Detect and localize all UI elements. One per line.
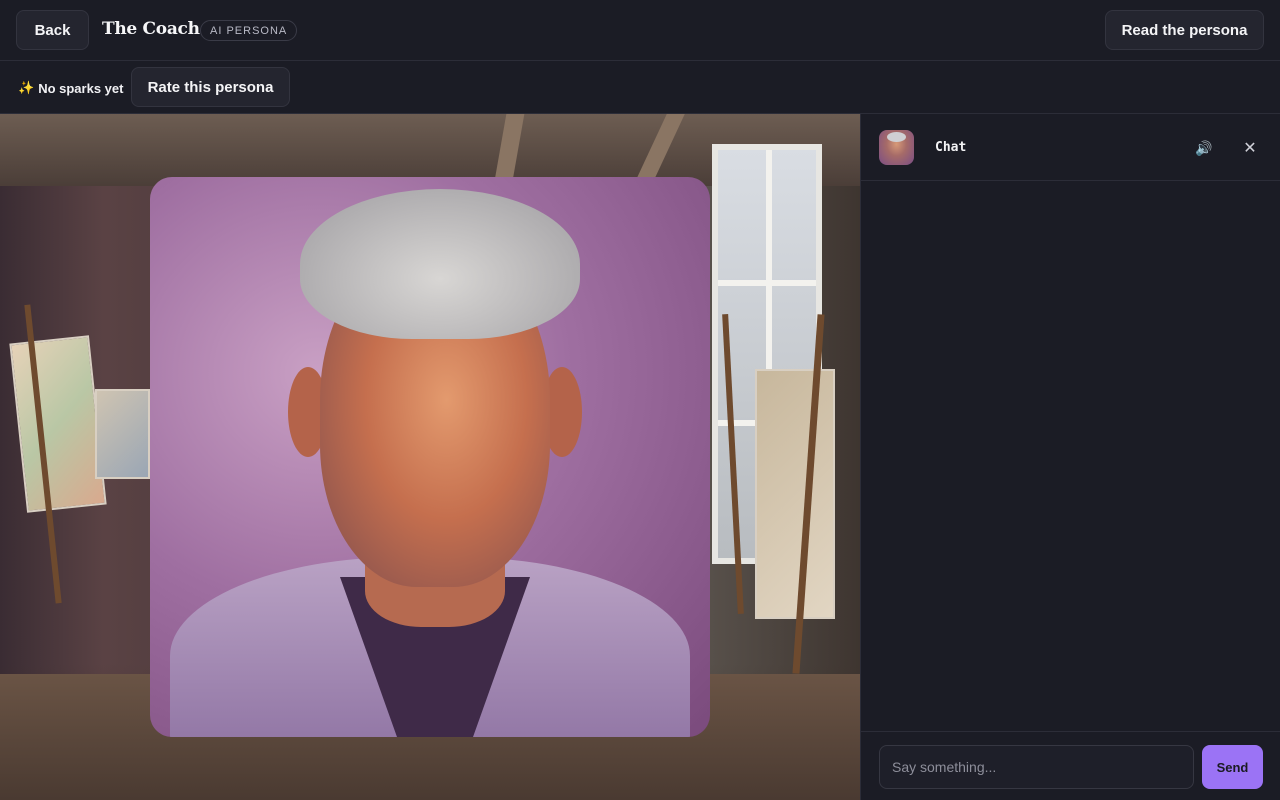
sub-bar: ✨ No sparks yet Rate this persona xyxy=(0,61,1280,114)
top-bar: Back The Coach AI PERSONA Read the perso… xyxy=(0,0,1280,61)
ai-persona-badge: AI PERSONA xyxy=(200,20,298,41)
rate-persona-button[interactable]: Rate this persona xyxy=(131,67,290,107)
close-icon[interactable]: ✕ xyxy=(1240,138,1260,158)
speaker-icon[interactable]: 🔊 xyxy=(1194,138,1214,158)
persona-stage xyxy=(0,114,860,800)
sparks-text: No sparks yet xyxy=(38,80,124,96)
back-button[interactable]: Back xyxy=(16,10,89,50)
chat-messages xyxy=(861,181,1280,731)
message-input[interactable] xyxy=(879,745,1194,789)
chat-panel: Chat 🔊 ✕ Send xyxy=(860,114,1280,800)
easel-canvas-mid xyxy=(95,389,150,479)
persona-avatar xyxy=(879,130,914,165)
chat-title: Chat xyxy=(935,140,967,155)
easel-canvas-left xyxy=(9,335,107,513)
sparks-status: ✨ No sparks yet xyxy=(18,80,123,96)
page-title: The Coach xyxy=(102,19,200,39)
chat-header: Chat 🔊 ✕ xyxy=(861,114,1280,181)
send-button[interactable]: Send xyxy=(1202,745,1263,789)
read-persona-button[interactable]: Read the persona xyxy=(1105,10,1264,50)
sparkles-icon: ✨ xyxy=(18,80,35,95)
persona-portrait xyxy=(150,177,710,737)
chat-composer: Send xyxy=(861,731,1280,800)
easel-canvas-right xyxy=(755,369,835,619)
